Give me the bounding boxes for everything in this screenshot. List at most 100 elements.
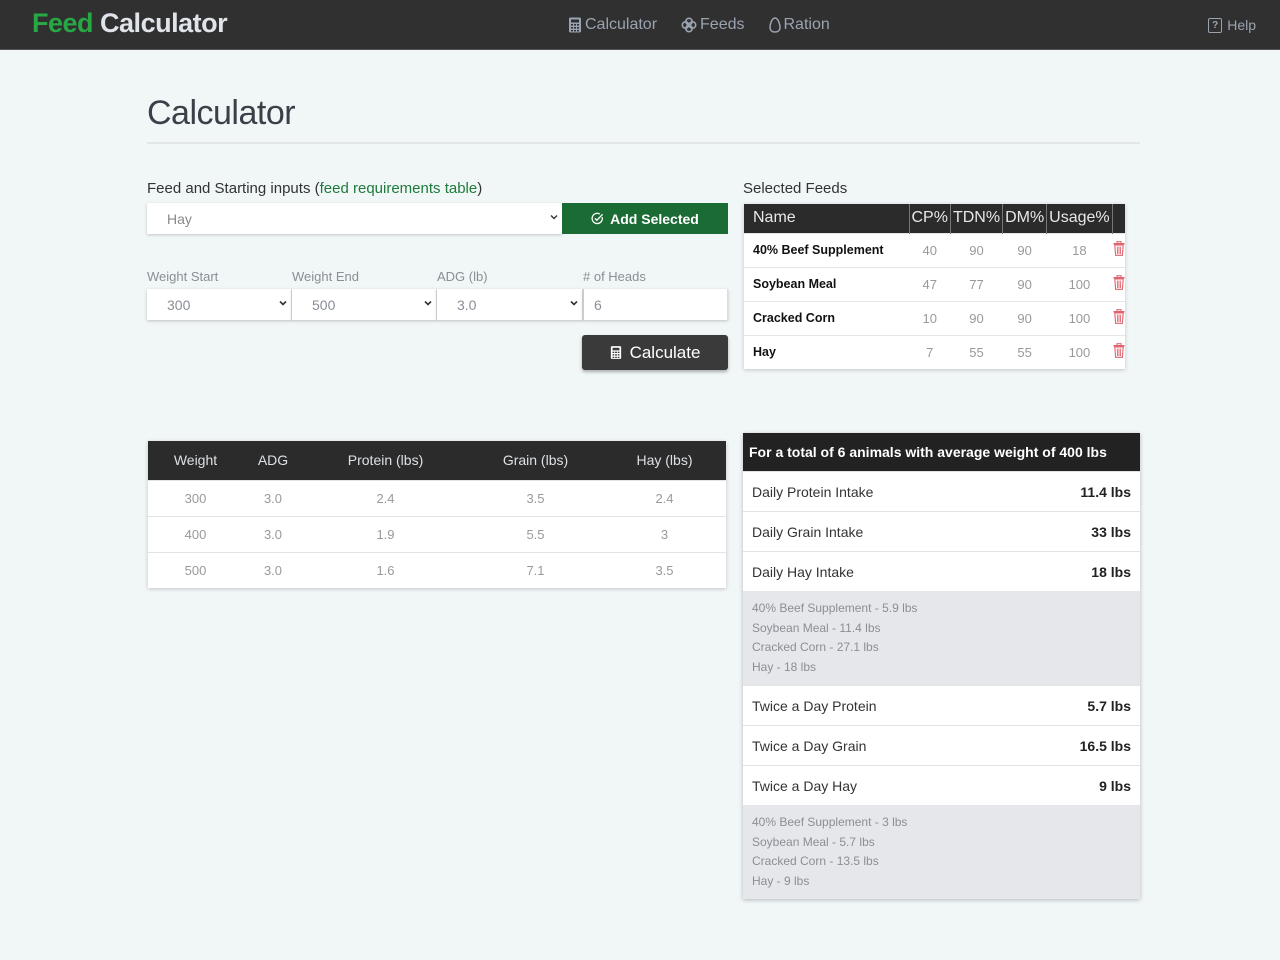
- feed-usage: 100: [1046, 334, 1113, 369]
- calculate-label: Calculate: [629, 342, 701, 362]
- feed-select-value: Hay: [167, 210, 192, 227]
- weight-start-label: Weight Start: [147, 269, 219, 284]
- row-label: Twice a Day Hay: [752, 777, 858, 794]
- cell-hay: 3: [603, 515, 726, 552]
- feed-tdn: 55: [950, 334, 1003, 369]
- trash-icon[interactable]: [1113, 241, 1125, 256]
- feed-cp: 7: [909, 334, 951, 369]
- add-selected-button[interactable]: Add Selected: [562, 203, 728, 234]
- feed-tdn: 77: [950, 266, 1003, 301]
- breakdown-item: Hay - 9 lbs: [752, 873, 810, 888]
- delete-cell: [1112, 266, 1125, 301]
- weight-end-label: Weight End: [292, 269, 359, 284]
- chevron-down-icon: [279, 300, 287, 306]
- delete-cell: [1112, 300, 1125, 335]
- egg-icon: [768, 17, 781, 33]
- cell-protein: 2.4: [303, 479, 468, 516]
- help-link[interactable]: ? Help: [1208, 17, 1256, 33]
- trash-icon[interactable]: [1113, 343, 1125, 359]
- question-box-icon: ?: [1208, 17, 1223, 33]
- calculate-button[interactable]: Calculate: [582, 335, 728, 370]
- row-value: 9 lbs: [1099, 777, 1131, 794]
- cell-weight: 400: [148, 515, 243, 552]
- feed-select[interactable]: Hay: [147, 203, 562, 234]
- feed-cp: 47: [909, 266, 951, 301]
- weight-end-value: 500: [312, 296, 336, 313]
- nav-calculator[interactable]: Calculator: [568, 16, 657, 34]
- requirements-table: Weight ADG Protein (lbs) Grain (lbs) Hay…: [148, 441, 726, 588]
- col-grain: Grain (lbs): [468, 441, 603, 480]
- feed-cp: 40: [909, 232, 951, 267]
- delete-cell: [1112, 232, 1125, 267]
- nav-ration[interactable]: Ration: [768, 16, 830, 34]
- col-cp: CP%: [909, 204, 951, 233]
- weight-start-value: 300: [167, 296, 191, 313]
- selected-feeds-table: Name CP% TDN% DM% Usage% 40% Beef Supple…: [744, 204, 1125, 369]
- heads-value: 6: [594, 296, 602, 313]
- adg-value: 3.0: [457, 296, 477, 313]
- trash-icon[interactable]: [1113, 275, 1125, 290]
- row-value: 33 lbs: [1091, 523, 1131, 540]
- title-divider: [147, 142, 1140, 144]
- help-label: Help: [1227, 17, 1256, 33]
- feed-usage: 100: [1046, 300, 1113, 335]
- feed-usage: 18: [1046, 232, 1113, 267]
- row-label: Daily Hay Intake: [752, 563, 854, 580]
- nav-links: Calculator Feeds Ration: [568, 16, 854, 34]
- table-row: Soybean Meal 47 77 90 100: [744, 266, 1125, 301]
- feed-dm: 55: [1002, 334, 1047, 369]
- breakdown-item: Cracked Corn - 13.5 lbs: [752, 854, 879, 868]
- nav-calculator-label: Calculator: [585, 16, 658, 33]
- table-row: 400 3.0 1.9 5.5 3: [148, 515, 726, 552]
- table-row: 300 3.0 2.4 3.5 2.4: [148, 479, 726, 516]
- daily-grain-row: Daily Grain Intake 33 lbs: [743, 511, 1140, 551]
- col-weight: Weight: [148, 441, 243, 480]
- col-hay: Hay (lbs): [603, 441, 726, 480]
- feed-tdn: 90: [950, 232, 1003, 267]
- brand-calculator: Calculator: [100, 8, 228, 38]
- chevron-down-icon: [570, 300, 578, 306]
- page-title: Calculator: [147, 94, 296, 132]
- cell-adg: 3.0: [243, 515, 303, 552]
- brand-logo[interactable]: Feed Calculator: [32, 8, 228, 39]
- col-protein: Protein (lbs): [303, 441, 468, 480]
- cell-grain: 7.1: [468, 551, 603, 588]
- col-actions: [1112, 204, 1125, 233]
- cell-hay: 2.4: [603, 479, 726, 516]
- col-usage: Usage%: [1046, 204, 1113, 233]
- row-label: Daily Grain Intake: [752, 523, 864, 540]
- twice-hay-row: Twice a Day Hay 9 lbs: [743, 765, 1140, 805]
- summary-panel: For a total of 6 animals with average we…: [743, 433, 1140, 899]
- heads-label: # of Heads: [583, 269, 646, 284]
- feed-name: Soybean Meal: [744, 266, 909, 301]
- check-circle-icon: [591, 212, 604, 225]
- weight-start-select[interactable]: 300: [147, 289, 292, 320]
- table-row: Hay 7 55 55 100: [744, 334, 1125, 369]
- daily-protein-row: Daily Protein Intake 11.4 lbs: [743, 471, 1140, 511]
- nav-feeds[interactable]: Feeds: [681, 16, 745, 34]
- chevron-down-icon: [424, 300, 432, 306]
- breakdown-item: 40% Beef Supplement - 5.9 lbs: [752, 601, 918, 615]
- adg-label: ADG (lb): [437, 269, 488, 284]
- weight-end-select[interactable]: 500: [292, 289, 437, 320]
- selected-feeds-title: Selected Feeds: [743, 180, 848, 197]
- row-label: Daily Protein Intake: [752, 483, 874, 500]
- table-row: 40% Beef Supplement 40 90 90 18: [744, 232, 1125, 267]
- cell-protein: 1.9: [303, 515, 468, 552]
- cell-weight: 300: [148, 479, 243, 516]
- table-row: 500 3.0 1.6 7.1 3.5: [148, 551, 726, 588]
- row-label: Twice a Day Grain: [752, 737, 867, 754]
- table-header-row: Weight ADG Protein (lbs) Grain (lbs) Hay…: [148, 441, 726, 480]
- cell-grain: 5.5: [468, 515, 603, 552]
- adg-select[interactable]: 3.0: [437, 289, 583, 320]
- breakdown-item: Soybean Meal - 5.7 lbs: [752, 834, 875, 849]
- feed-name: Hay: [744, 334, 909, 369]
- cell-weight: 500: [148, 551, 243, 588]
- feed-requirements-link[interactable]: feed requirements table: [320, 180, 478, 197]
- calculator-icon: [569, 17, 581, 33]
- table-header-row: Name CP% TDN% DM% Usage%: [744, 204, 1125, 233]
- heads-input[interactable]: 6: [583, 289, 728, 320]
- col-name: Name: [744, 204, 910, 233]
- trash-icon[interactable]: [1113, 309, 1125, 324]
- calculator-icon: [610, 346, 621, 359]
